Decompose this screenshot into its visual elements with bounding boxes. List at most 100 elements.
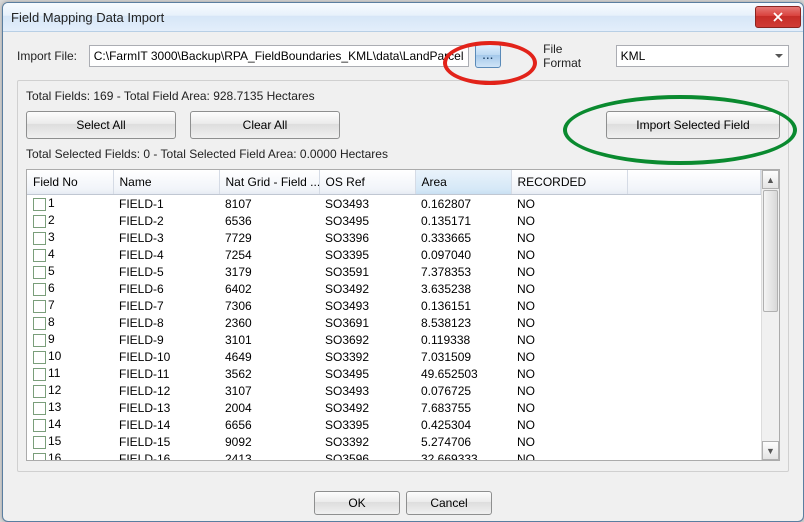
cell-area: 0.119338 (415, 331, 511, 348)
cell-recorded: NO (511, 348, 627, 365)
cell-area: 7.683755 (415, 399, 511, 416)
cell-area: 5.274706 (415, 433, 511, 450)
row-checkbox[interactable] (33, 334, 46, 347)
row-checkbox[interactable] (33, 283, 46, 296)
import-file-label: Import File: (17, 49, 83, 63)
cell-nat-grid: 6402 (219, 280, 319, 297)
table-row[interactable]: 3FIELD-37729SO33960.333665NO (27, 229, 761, 246)
row-checkbox[interactable] (33, 266, 46, 279)
cell-nat-grid: 3179 (219, 263, 319, 280)
fields-table: Field No Name Nat Grid - Field ... OS Re… (27, 170, 761, 460)
cell-os-ref: SO3692 (319, 331, 415, 348)
cell-area: 0.076725 (415, 382, 511, 399)
cell-name: FIELD-2 (113, 212, 219, 229)
table-row[interactable]: 16FIELD-162413SO359632.669333NO (27, 450, 761, 460)
cell-os-ref: SO3395 (319, 416, 415, 433)
table-row[interactable]: 1FIELD-18107SO34930.162807NO (27, 195, 761, 213)
table-row[interactable]: 15FIELD-159092SO33925.274706NO (27, 433, 761, 450)
import-file-input[interactable] (89, 45, 470, 67)
row-checkbox[interactable] (33, 368, 46, 381)
cell-recorded: NO (511, 433, 627, 450)
vertical-scrollbar[interactable]: ▲ ▼ (761, 170, 779, 460)
col-area[interactable]: Area (415, 170, 511, 195)
cell-name: FIELD-11 (113, 365, 219, 382)
col-name[interactable]: Name (113, 170, 219, 195)
window-title: Field Mapping Data Import (11, 10, 164, 25)
row-checkbox[interactable] (33, 385, 46, 398)
row-checkbox[interactable] (33, 351, 46, 364)
cell-recorded: NO (511, 246, 627, 263)
cell-name: FIELD-10 (113, 348, 219, 365)
cell-name: FIELD-5 (113, 263, 219, 280)
browse-button[interactable]: ... (475, 44, 501, 68)
cell-nat-grid: 6536 (219, 212, 319, 229)
table-row[interactable]: 9FIELD-93101SO36920.119338NO (27, 331, 761, 348)
cell-recorded: NO (511, 195, 627, 213)
cell-nat-grid: 7306 (219, 297, 319, 314)
row-checkbox[interactable] (33, 453, 46, 460)
cell-recorded: NO (511, 297, 627, 314)
row-checkbox[interactable] (33, 317, 46, 330)
cell-os-ref: SO3492 (319, 399, 415, 416)
row-checkbox[interactable] (33, 249, 46, 262)
col-field-no[interactable]: Field No (27, 170, 113, 195)
cell-recorded: NO (511, 331, 627, 348)
ok-button[interactable]: OK (314, 491, 400, 515)
scroll-down-arrow[interactable]: ▼ (762, 441, 779, 460)
cell-nat-grid: 4649 (219, 348, 319, 365)
table-row[interactable]: 11FIELD-113562SO349549.652503NO (27, 365, 761, 382)
table-row[interactable]: 4FIELD-47254SO33950.097040NO (27, 246, 761, 263)
close-button[interactable] (755, 6, 801, 28)
table-row[interactable]: 2FIELD-26536SO34950.135171NO (27, 212, 761, 229)
table-row[interactable]: 8FIELD-82360SO36918.538123NO (27, 314, 761, 331)
cell-name: FIELD-13 (113, 399, 219, 416)
fields-table-container: Field No Name Nat Grid - Field ... OS Re… (26, 169, 780, 461)
row-checkbox[interactable] (33, 436, 46, 449)
cell-area: 7.378353 (415, 263, 511, 280)
file-format-label: File Format (543, 42, 603, 70)
cell-recorded: NO (511, 280, 627, 297)
import-selected-button[interactable]: Import Selected Field (606, 111, 780, 139)
table-row[interactable]: 14FIELD-146656SO33950.425304NO (27, 416, 761, 433)
row-checkbox[interactable] (33, 198, 46, 211)
row-checkbox[interactable] (33, 300, 46, 313)
cell-nat-grid: 3107 (219, 382, 319, 399)
table-row[interactable]: 10FIELD-104649SO33927.031509NO (27, 348, 761, 365)
cancel-button[interactable]: Cancel (406, 491, 492, 515)
table-row[interactable]: 13FIELD-132004SO34927.683755NO (27, 399, 761, 416)
selected-totals-summary: Total Selected Fields: 0 - Total Selecte… (26, 147, 780, 161)
row-checkbox[interactable] (33, 419, 46, 432)
cell-name: FIELD-12 (113, 382, 219, 399)
cell-nat-grid: 8107 (219, 195, 319, 213)
col-recorded[interactable]: RECORDED (511, 170, 627, 195)
cell-area: 7.031509 (415, 348, 511, 365)
col-nat-grid[interactable]: Nat Grid - Field ... (219, 170, 319, 195)
cell-recorded: NO (511, 382, 627, 399)
cell-area: 0.333665 (415, 229, 511, 246)
file-format-value: KML (621, 49, 646, 63)
cell-os-ref: SO3492 (319, 280, 415, 297)
select-all-button[interactable]: Select All (26, 111, 176, 139)
cell-nat-grid: 2004 (219, 399, 319, 416)
scroll-track[interactable] (762, 313, 779, 441)
cell-os-ref: SO3395 (319, 246, 415, 263)
row-checkbox[interactable] (33, 402, 46, 415)
table-row[interactable]: 12FIELD-123107SO34930.076725NO (27, 382, 761, 399)
cell-recorded: NO (511, 399, 627, 416)
table-row[interactable]: 6FIELD-66402SO34923.635238NO (27, 280, 761, 297)
scroll-up-arrow[interactable]: ▲ (762, 170, 779, 189)
cell-recorded: NO (511, 229, 627, 246)
dialog-window: Field Mapping Data Import Import File: .… (2, 2, 804, 522)
cell-os-ref: SO3493 (319, 297, 415, 314)
scroll-thumb[interactable] (763, 190, 778, 312)
cell-os-ref: SO3691 (319, 314, 415, 331)
table-row[interactable]: 7FIELD-77306SO34930.136151NO (27, 297, 761, 314)
table-row[interactable]: 5FIELD-53179SO35917.378353NO (27, 263, 761, 280)
row-checkbox[interactable] (33, 215, 46, 228)
clear-all-button[interactable]: Clear All (190, 111, 340, 139)
row-checkbox[interactable] (33, 232, 46, 245)
col-os-ref[interactable]: OS Ref (319, 170, 415, 195)
file-format-select[interactable]: KML (616, 45, 789, 67)
cell-nat-grid: 2360 (219, 314, 319, 331)
group-box: Total Fields: 169 - Total Field Area: 92… (17, 80, 789, 472)
